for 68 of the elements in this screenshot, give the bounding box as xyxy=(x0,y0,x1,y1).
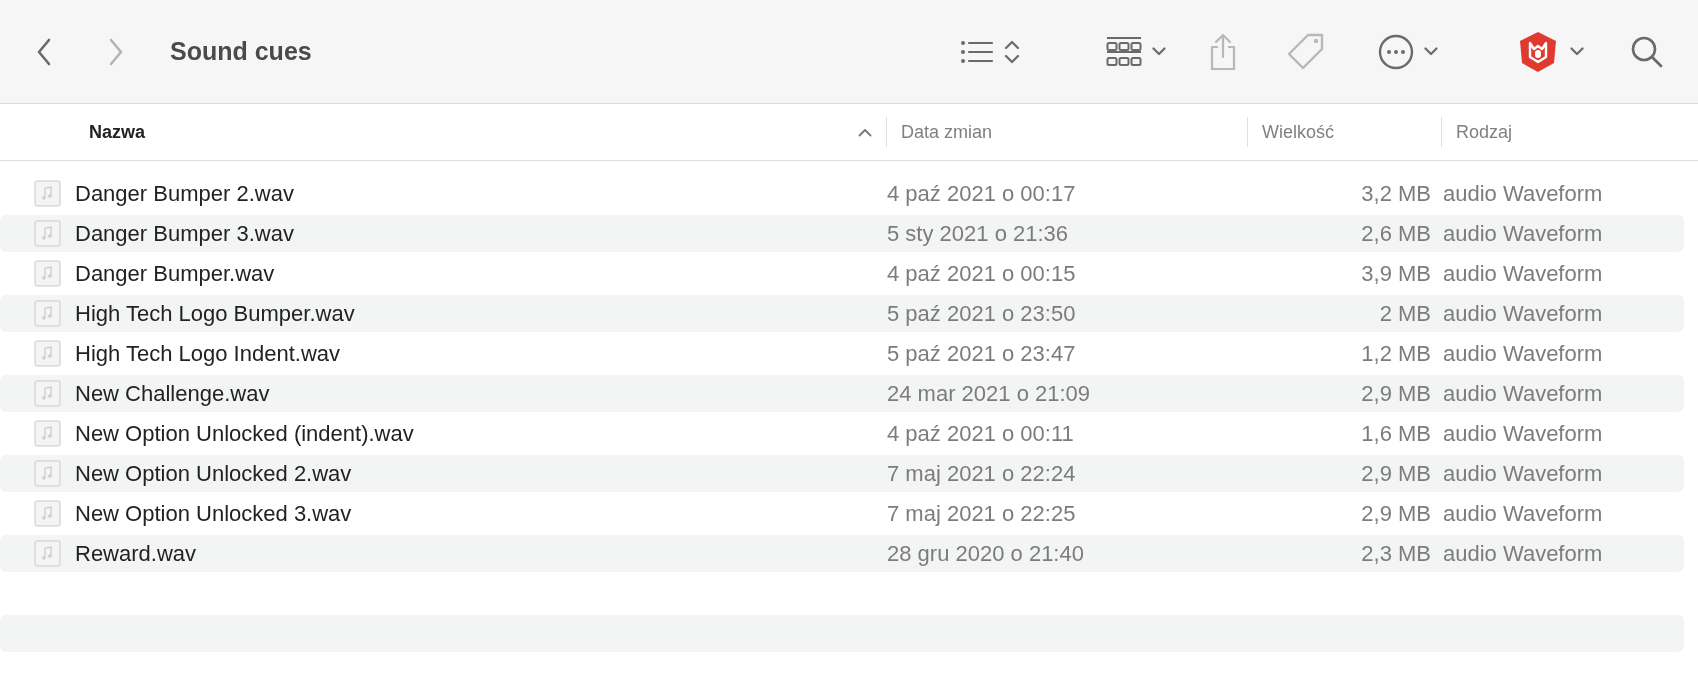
window-title: Sound cues xyxy=(170,37,312,66)
file-name[interactable]: New Option Unlocked (indent).wav xyxy=(75,420,414,447)
file-name[interactable]: Danger Bumper 3.wav xyxy=(75,220,294,247)
audio-file-icon xyxy=(34,260,61,287)
file-kind: audio Waveform xyxy=(1442,300,1604,327)
grid-icon xyxy=(1106,35,1142,68)
audio-file-icon xyxy=(34,420,61,447)
audio-file-icon xyxy=(34,460,61,487)
column-header[interactable]: Wielkość xyxy=(1262,121,1334,143)
search-icon xyxy=(1630,34,1664,69)
file-name[interactable]: New Challenge.wav xyxy=(75,380,270,407)
date-modified: 5 paź 2021 o 23:47 xyxy=(886,340,1077,367)
column-header[interactable]: Nazwa xyxy=(89,121,146,143)
file-size: 1,6 MB xyxy=(1360,420,1432,447)
audio-file-icon xyxy=(34,380,61,407)
file-size: 1,2 MB xyxy=(1360,340,1432,367)
file-kind: audio Waveform xyxy=(1442,460,1604,487)
file-kind: audio Waveform xyxy=(1442,500,1604,527)
file-kind: audio Waveform xyxy=(1442,340,1604,367)
date-modified: 24 mar 2021 o 21:09 xyxy=(886,380,1092,407)
audio-file-icon xyxy=(34,500,61,527)
file-size: 2,3 MB xyxy=(1360,540,1432,567)
forward-icon xyxy=(108,37,124,66)
audio-file-icon xyxy=(34,340,61,367)
file-name[interactable]: Danger Bumper 2.wav xyxy=(75,180,294,207)
file-name[interactable]: High Tech Logo Indent.wav xyxy=(75,340,340,367)
column-header[interactable]: Data zmian xyxy=(901,121,993,143)
file-kind: audio Waveform xyxy=(1442,220,1604,247)
chevron-down-icon xyxy=(1424,47,1438,56)
file-name[interactable]: Reward.wav xyxy=(75,540,197,567)
date-modified: 5 paź 2021 o 23:50 xyxy=(886,300,1077,327)
file-size: 2,9 MB xyxy=(1360,380,1432,407)
file-size: 2 MB xyxy=(1378,300,1432,327)
chevron-down-icon xyxy=(1152,47,1166,56)
chevron-down-icon xyxy=(1570,47,1584,56)
file-kind: audio Waveform xyxy=(1442,540,1604,567)
column-header[interactable]: Rodzaj xyxy=(1456,121,1513,143)
file-name[interactable]: Danger Bumper.wav xyxy=(75,260,275,287)
tag-icon xyxy=(1286,31,1326,72)
date-modified: 7 maj 2021 o 22:25 xyxy=(886,500,1077,527)
audio-file-icon xyxy=(34,220,61,247)
sort-up-icon xyxy=(858,127,872,137)
more-icon xyxy=(1378,33,1414,70)
share-icon xyxy=(1208,32,1238,71)
file-name[interactable]: High Tech Logo Bumper.wav xyxy=(75,300,355,327)
list-icon xyxy=(960,39,994,64)
date-modified: 28 gru 2020 o 21:40 xyxy=(886,540,1085,567)
file-size: 2,9 MB xyxy=(1360,460,1432,487)
file-size: 2,9 MB xyxy=(1360,500,1432,527)
date-modified: 4 paź 2021 o 00:11 xyxy=(886,420,1075,447)
audio-file-icon xyxy=(34,180,61,207)
back-icon xyxy=(36,37,52,66)
file-name[interactable]: New Option Unlocked 3.wav xyxy=(75,500,352,527)
file-kind: audio Waveform xyxy=(1442,180,1604,207)
date-modified: 4 paź 2021 o 00:15 xyxy=(886,260,1077,287)
date-modified: 4 paź 2021 o 00:17 xyxy=(886,180,1077,207)
file-size: 3,2 MB xyxy=(1360,180,1432,207)
file-size: 2,6 MB xyxy=(1360,220,1432,247)
audio-file-icon xyxy=(34,540,61,567)
audio-file-icon xyxy=(34,300,61,327)
file-size: 3,9 MB xyxy=(1360,260,1432,287)
date-modified: 7 maj 2021 o 22:24 xyxy=(886,460,1077,487)
file-name[interactable]: New Option Unlocked 2.wav xyxy=(75,460,352,487)
file-kind: audio Waveform xyxy=(1442,380,1604,407)
date-modified: 5 sty 2021 o 21:36 xyxy=(886,220,1070,247)
file-kind: audio Waveform xyxy=(1442,420,1604,447)
file-kind: audio Waveform xyxy=(1442,260,1604,287)
up-down-chevron-icon xyxy=(1004,38,1020,65)
